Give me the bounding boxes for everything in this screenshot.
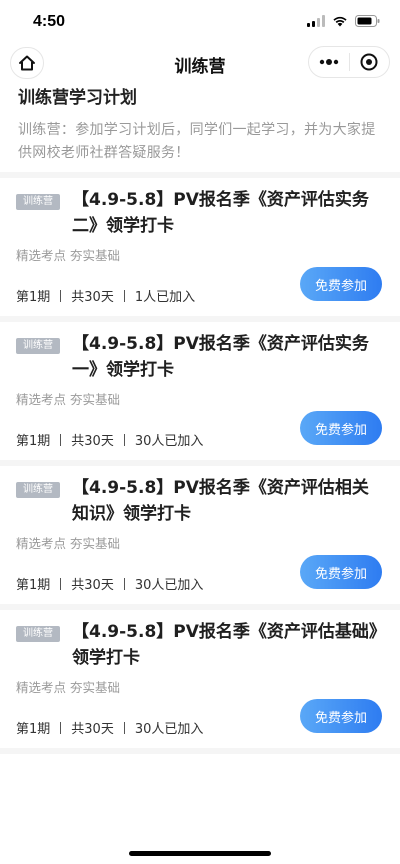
course-meta: 第1期 共30天 30人已加入 — [16, 574, 203, 593]
course-period: 第1期 — [16, 722, 51, 737]
camp-tag: 训练营 — [16, 338, 60, 354]
course-joined-count: 30人已加入 — [134, 722, 204, 737]
course-title[interactable]: 【4.9-5.8】PV报名季《资产评估实务二》领学打卡 — [72, 187, 382, 239]
study-plan-section: 训练营学习计划 训练营：参加学习计划后，同学们一起学习，并为大家提供网校老师社群… — [18, 86, 382, 165]
course-label: 精选考点 — [16, 680, 67, 695]
meta-separator — [60, 721, 62, 734]
course-title[interactable]: 【4.9-5.8】PV报名季《资产评估基础》领学打卡 — [72, 619, 382, 671]
course-labels: 精选考点 夯实基础 — [16, 389, 120, 408]
camp-tag: 训练营 — [16, 194, 60, 210]
course-card[interactable]: 训练营 【4.9-5.8】PV报名季《资产评估实务二》领学打卡 精选考点 夯实基… — [0, 178, 400, 316]
nav-bar: 训练营 — [0, 44, 400, 82]
course-label: 精选考点 — [16, 392, 67, 407]
join-free-button[interactable]: 免费参加 — [300, 411, 382, 445]
signal-icon — [307, 15, 325, 27]
meta-separator — [123, 721, 125, 734]
course-meta: 第1期 共30天 30人已加入 — [16, 718, 203, 737]
status-bar: 4:50 — [0, 0, 400, 44]
target-close-icon — [360, 53, 378, 71]
course-card[interactable]: 训练营 【4.9-5.8】PV报名季《资产评估实务一》领学打卡 精选考点 夯实基… — [0, 322, 400, 460]
join-free-button[interactable]: 免费参加 — [300, 699, 382, 733]
course-meta: 第1期 共30天 30人已加入 — [16, 430, 203, 449]
course-period: 第1期 — [16, 290, 51, 305]
course-labels: 精选考点 夯实基础 — [16, 245, 120, 264]
plan-title: 训练营学习计划 — [18, 88, 137, 108]
course-period: 第1期 — [16, 578, 51, 593]
course-joined-count: 1人已加入 — [134, 290, 196, 305]
status-icons — [307, 15, 380, 27]
plan-description: 训练营：参加学习计划后，同学们一起学习，并为大家提供网校老师社群答疑服务！ — [18, 122, 376, 161]
course-label: 夯实基础 — [70, 248, 121, 263]
meta-separator — [123, 433, 125, 446]
course-period: 第1期 — [16, 434, 51, 449]
close-mini-program-button[interactable] — [350, 47, 390, 77]
more-dots-icon — [319, 59, 338, 65]
join-free-button[interactable]: 免费参加 — [300, 267, 382, 301]
camp-tag: 训练营 — [16, 626, 60, 642]
meta-separator — [123, 577, 125, 590]
meta-separator — [123, 289, 125, 302]
wifi-icon — [333, 16, 347, 27]
join-free-button[interactable]: 免费参加 — [300, 555, 382, 589]
course-duration: 共30天 — [71, 722, 114, 737]
more-button[interactable] — [309, 47, 349, 77]
course-label: 夯实基础 — [70, 392, 121, 407]
course-joined-count: 30人已加入 — [134, 578, 204, 593]
course-duration: 共30天 — [71, 434, 114, 449]
course-duration: 共30天 — [71, 578, 114, 593]
course-card[interactable]: 训练营 【4.9-5.8】PV报名季《资产评估基础》领学打卡 精选考点 夯实基础… — [0, 610, 400, 748]
home-indicator[interactable] — [129, 851, 271, 856]
course-title[interactable]: 【4.9-5.8】PV报名季《资产评估相关知识》领学打卡 — [72, 475, 382, 527]
meta-separator — [60, 433, 62, 446]
course-labels: 精选考点 夯实基础 — [16, 677, 120, 696]
card-divider — [0, 748, 400, 754]
course-card[interactable]: 训练营 【4.9-5.8】PV报名季《资产评估相关知识》领学打卡 精选考点 夯实… — [0, 466, 400, 604]
course-label: 夯实基础 — [70, 680, 121, 695]
course-label: 精选考点 — [16, 536, 67, 551]
status-time: 4:50 — [33, 13, 66, 30]
course-duration: 共30天 — [71, 290, 114, 305]
battery-icon — [355, 15, 380, 27]
course-label: 精选考点 — [16, 248, 67, 263]
mini-program-capsule — [308, 46, 390, 78]
course-title[interactable]: 【4.9-5.8】PV报名季《资产评估实务一》领学打卡 — [72, 331, 382, 383]
course-label: 夯实基础 — [70, 536, 121, 551]
course-meta: 第1期 共30天 1人已加入 — [16, 286, 195, 305]
course-labels: 精选考点 夯实基础 — [16, 533, 120, 552]
course-joined-count: 30人已加入 — [134, 434, 204, 449]
camp-tag: 训练营 — [16, 482, 60, 498]
meta-separator — [60, 577, 62, 590]
meta-separator — [60, 289, 62, 302]
